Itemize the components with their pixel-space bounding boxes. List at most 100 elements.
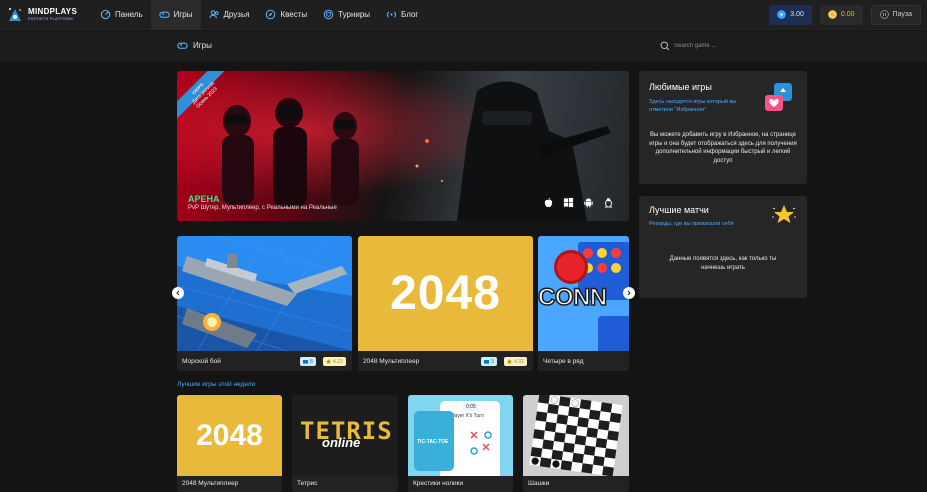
logo-icon [6, 6, 24, 24]
game-card-2048-multiplayer[interactable]: 2048 2048 Мультиплеер 3 4.32 [358, 236, 533, 371]
best-matches-title: Лучшие матчи [649, 205, 709, 215]
coins-button[interactable]: 0.00 [819, 4, 863, 25]
week-section-title: Лучшие игры этой недели [177, 381, 256, 388]
nav-label: Блог [401, 10, 419, 19]
game-name: Шашки [528, 480, 550, 487]
pause-icon [879, 10, 889, 19]
gamepad-icon [177, 42, 188, 49]
nav-label: Друзья [223, 10, 250, 19]
rating-badge: 4.32 [504, 357, 527, 366]
checkers-cover [523, 395, 629, 476]
nav-label: Игры [173, 10, 193, 19]
favorites-hearts-icon [765, 83, 792, 111]
android-icon [584, 198, 593, 208]
week-card-2048[interactable]: 2048 2048 Мультиплеер [177, 395, 282, 492]
hero-subtitle: PvP Шутер, Мультиплеер, с Реальными на Р… [188, 205, 337, 211]
favorites-info: Вы можете добавить игру в Избранное, на … [649, 132, 797, 165]
carousel-next-button[interactable] [623, 287, 635, 299]
tic-tac-toe-cover: 0:05 Player X's Turn TIC-TAC-TOE [408, 395, 513, 476]
nav-item-games[interactable]: Игры [150, 0, 201, 30]
gamepad-icon [159, 11, 170, 18]
cover-text: TIC-TAC-TOE [417, 439, 449, 445]
cover-text: CONN [538, 283, 608, 312]
nav-item-quests[interactable]: Квесты [257, 0, 315, 30]
tic-tac-toe-board [470, 431, 492, 455]
best-matches-panel: Лучшие матчи Рекорды, где вы превзошли с… [639, 196, 807, 298]
2048-cover: 2048 [358, 236, 533, 351]
chevron-left-icon [176, 290, 180, 296]
game-name: Крестики нолики [413, 480, 464, 487]
best-matches-info: Данные появятся здесь, как только ты нач… [669, 256, 777, 271]
favorites-title: Любимые игры [649, 82, 712, 92]
turn-text: Player X's Turn [450, 413, 484, 419]
cover-text: 2048 [390, 267, 501, 320]
trophy-icon [323, 9, 334, 20]
star-icon [326, 359, 331, 364]
search-box[interactable] [660, 41, 764, 51]
apple-icon [544, 197, 553, 208]
friends-icon [208, 10, 219, 19]
favorites-panel: Любимые игры Здесь находятся игры которы… [639, 71, 807, 184]
cover-subtext: online [322, 435, 361, 450]
page-title: Игры [177, 40, 212, 51]
game-name: Тетрис [297, 480, 318, 487]
pause-label: Пауза [892, 11, 912, 18]
rating-value: 4.22 [333, 358, 343, 365]
nav-item-friends[interactable]: Друзья [201, 0, 258, 30]
2048-cover: 2048 [177, 395, 282, 476]
favorites-description: Здесь находятся игры который вы отметили… [649, 99, 737, 113]
search-input[interactable] [674, 43, 764, 49]
hero-banner[interactable]: СКОРО Дата релиза: Осень 2023 АРЕНА PvP … [177, 71, 629, 221]
nav-label: Панель [115, 10, 143, 19]
game-name: Морской бой [182, 358, 221, 365]
sea-battle-cover [177, 236, 352, 351]
page-title-text: Игры [193, 41, 212, 50]
cover-text: 2048 [196, 418, 263, 452]
week-card-tic-tac-toe[interactable]: 0:05 Player X's Turn TIC-TAC-TOE Крестик… [408, 395, 513, 492]
logo-name: MINDPLAYS [28, 7, 78, 16]
nav-item-tournaments[interactable]: Турниры [315, 0, 378, 30]
balance-value: 3.00 [790, 11, 804, 18]
play-coin-icon [777, 10, 787, 19]
logo-subtitle: ESPORTS PLATFORM [28, 16, 73, 21]
logo[interactable]: MINDPLAYS ESPORTS PLATFORM [0, 0, 86, 30]
game-name: 2048 Мультиплеер [363, 358, 420, 365]
connect-four-cover: CONN [538, 236, 629, 351]
game-name: Четыре в ряд [543, 358, 584, 365]
game-card-connect-four[interactable]: CONN Четыре в ряд [538, 236, 629, 371]
folder-icon [303, 360, 308, 364]
chevron-right-icon [627, 290, 631, 296]
players-badge: 8 [300, 357, 316, 366]
compass-icon [266, 9, 276, 20]
page-header: Игры [0, 31, 927, 62]
nav-label: Квесты [280, 10, 308, 19]
platform-icons [543, 197, 614, 208]
search-icon [660, 41, 670, 51]
coin-icon [827, 10, 837, 19]
top-navigation: MINDPLAYS ESPORTS PLATFORM Панель Игры Д… [0, 0, 927, 30]
timer-text: 0:05 [463, 403, 479, 411]
rating-value: 4.32 [514, 358, 524, 365]
game-card-sea-battle[interactable]: Морской бой 8 4.22 [177, 236, 352, 371]
star-icon [772, 205, 796, 223]
balance-button[interactable]: 3.00 [769, 4, 812, 25]
tetris-cover: TETRIS online [292, 395, 398, 476]
week-card-checkers[interactable]: Шашки [523, 395, 629, 492]
players-count: 8 [310, 358, 313, 365]
star-icon [507, 359, 512, 364]
rating-badge: 4.22 [323, 357, 346, 366]
nav-item-panel[interactable]: Панель [92, 0, 151, 30]
week-card-tetris[interactable]: TETRIS online Тетрис [292, 395, 398, 492]
players-count: 3 [491, 358, 494, 365]
coins-value: 0.00 [840, 11, 855, 18]
best-matches-description: Рекорды, где вы превзошли себя [649, 221, 734, 227]
carousel-prev-button[interactable] [172, 287, 184, 299]
hero-title: АРЕНА [188, 194, 220, 204]
nav-label: Турниры [338, 10, 371, 19]
dashboard-icon [100, 9, 111, 20]
players-badge: 3 [481, 357, 497, 366]
nav-item-blog[interactable]: Блог [378, 0, 426, 30]
broadcast-icon [387, 11, 397, 18]
linux-icon [604, 198, 613, 208]
pause-button[interactable]: Пауза [870, 4, 921, 25]
